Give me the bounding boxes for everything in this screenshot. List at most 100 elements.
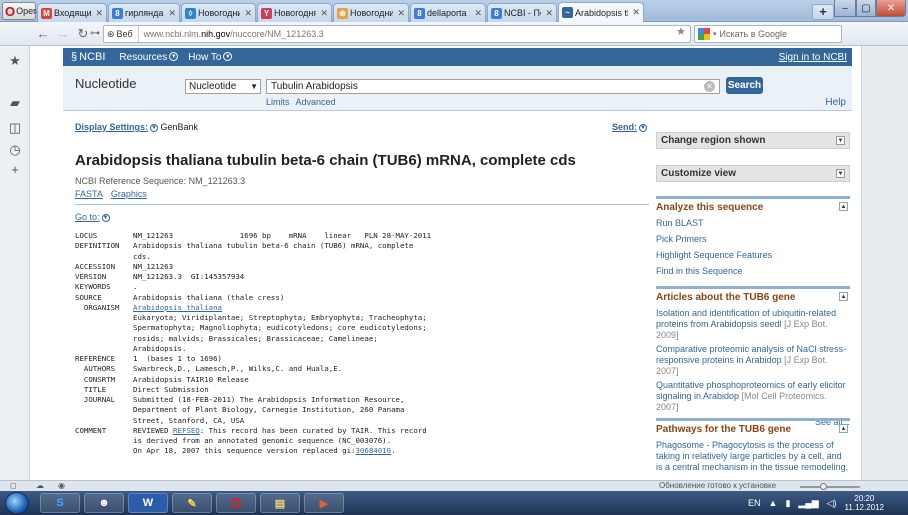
analyze-link[interactable]: Pick Primers xyxy=(656,234,850,245)
close-tab-icon[interactable]: ✕ xyxy=(632,7,640,18)
resources-menu[interactable]: Resources ▼ xyxy=(119,52,179,63)
folder-icon[interactable]: ▤ xyxy=(260,493,300,513)
genbank-line: CONSRTM Arabidopsis TAIR10 Release xyxy=(75,375,431,385)
genbank-link[interactable]: REFSEQ xyxy=(173,426,200,436)
history-clock-icon[interactable]: ◷ xyxy=(8,143,22,157)
word-icon[interactable]: W xyxy=(128,493,168,513)
analyze-title: Analyze this sequence xyxy=(656,202,764,213)
graphics-link[interactable]: Graphics xyxy=(111,189,147,199)
genbank-line: LOCUS NM_121263 1696 bp mRNA linear PLN 2… xyxy=(75,231,431,241)
add-panel-icon[interactable]: + xyxy=(8,163,22,177)
web-badge[interactable]: ⊛ Веб xyxy=(104,26,139,42)
network-icon[interactable]: ▮ xyxy=(785,498,790,509)
paint-icon[interactable]: ✎ xyxy=(172,493,212,513)
opera-menu-button[interactable]: O Opera xyxy=(2,2,41,20)
browser-tab[interactable]: ◊Новогодние под... ✕ xyxy=(181,3,256,22)
organism-link[interactable]: Arabidopsis thaliana xyxy=(133,303,222,313)
close-tab-icon[interactable]: ✕ xyxy=(95,8,103,19)
browser-tab[interactable]: MВходящие - kovt...✕ xyxy=(37,3,107,22)
chevron-down-icon[interactable]: ▼ xyxy=(150,123,159,132)
close-tab-icon[interactable]: ✕ xyxy=(168,8,176,19)
tab-favicon-icon: Y xyxy=(261,7,272,19)
clock[interactable]: 20:20 11.12.2012 xyxy=(845,494,884,512)
tab-title: Входящие - kovt... xyxy=(54,8,92,18)
agent-icon[interactable]: ☻ xyxy=(84,493,124,513)
genbank-line: KEYWORDS. xyxy=(75,282,431,292)
close-tab-icon[interactable]: ✕ xyxy=(545,8,553,19)
opera-taskbar-icon[interactable]: O xyxy=(216,493,256,513)
speed-dial-icon[interactable]: ◉ xyxy=(58,481,65,490)
collapse-icon[interactable]: ▲ xyxy=(839,292,848,301)
start-button[interactable] xyxy=(5,492,29,514)
bookmark-star-icon[interactable]: ★ xyxy=(676,25,686,38)
bookmarks-star-icon[interactable]: ★ xyxy=(8,54,22,68)
help-link[interactable]: Help xyxy=(825,97,846,108)
media-icon[interactable]: ▶ xyxy=(304,493,344,513)
clear-icon[interactable]: ✕ xyxy=(704,81,715,92)
close-tab-icon[interactable]: ✕ xyxy=(397,8,405,19)
database-select[interactable]: Nucleotide ▼ xyxy=(185,79,261,94)
tab-title: NCBI - Поиск в ... xyxy=(504,8,541,18)
limits-link[interactable]: Limits xyxy=(266,97,290,107)
browser-tab[interactable]: 8dellaporta 1983 -... ✕ xyxy=(410,3,486,22)
browser-tab[interactable]: 8NCBI - Поиск в ... ✕ xyxy=(487,3,557,22)
close-tab-icon[interactable]: ✕ xyxy=(320,8,328,19)
send-link[interactable]: Send: ▼ xyxy=(612,122,648,132)
zoom-slider-handle[interactable] xyxy=(820,483,827,490)
signal-icon[interactable]: ▂▄▆ xyxy=(798,498,818,509)
genbank-value: cds. xyxy=(133,251,151,261)
close-tab-icon[interactable]: ✕ xyxy=(474,8,482,19)
google-logo-icon xyxy=(698,28,710,40)
genbank-key: TITLE xyxy=(75,384,107,394)
browser-tab[interactable]: YНовогодняя гир... ✕ xyxy=(257,3,332,22)
genbank-key: ACCESSION xyxy=(75,261,116,271)
new-tab-button[interactable]: + xyxy=(812,4,834,20)
analyze-link[interactable]: Run BLAST xyxy=(656,218,850,229)
cloud-icon[interactable]: ☁ xyxy=(36,481,44,490)
collapse-icon[interactable]: ▲ xyxy=(839,424,848,433)
genbank-link[interactable]: 30684010 xyxy=(355,446,391,456)
fasta-link[interactable]: FASTA xyxy=(75,189,103,199)
change-region-panel[interactable]: Change region shown ▼ xyxy=(656,132,850,149)
genbank-line: REFERENCE 1 (bases 1 to 1696) xyxy=(75,354,431,364)
back-icon[interactable]: ← xyxy=(36,26,50,42)
zoom-slider[interactable] xyxy=(800,486,860,488)
pathway-link[interactable]: Phagosome - Phagocytosis is the process … xyxy=(656,440,850,473)
forward-icon[interactable]: → xyxy=(56,26,70,42)
goto-link[interactable]: Go to: ▼ xyxy=(75,212,110,222)
display-settings-link[interactable]: Display Settings: xyxy=(75,122,148,132)
search-input[interactable]: Tubulin Arabidopsis ✕ xyxy=(266,79,720,94)
browser-tab[interactable]: ❀Новогодние укр... ✕ xyxy=(333,3,409,22)
close-tab-icon[interactable]: ✕ xyxy=(244,8,252,19)
language-indicator[interactable]: EN xyxy=(748,498,761,508)
article-link[interactable]: Isolation and identification of ubiquiti… xyxy=(656,308,850,341)
panel-toggle-icon[interactable]: ◻ xyxy=(10,481,17,490)
analyze-link[interactable]: Highlight Sequence Features xyxy=(656,250,850,261)
tray-expand-icon[interactable]: ▲ xyxy=(769,498,778,508)
howto-menu[interactable]: How To ▼ xyxy=(188,52,233,63)
google-search-field[interactable]: ▾ Искать в Google xyxy=(694,25,842,43)
notes-icon[interactable]: ▰ xyxy=(8,96,22,110)
browser-tab[interactable]: ~Arabidopsis thali... ✕ xyxy=(558,2,644,22)
close-window-button[interactable]: ✕ xyxy=(876,0,906,17)
skype-icon[interactable]: S xyxy=(40,493,80,513)
address-field[interactable]: ⊛ Веб www.ncbi.nlm.nih.gov/nuccore/NM_12… xyxy=(103,25,691,43)
collapse-icon[interactable]: ▲ xyxy=(839,202,848,211)
article-link[interactable]: Comparative proteomic analysis of NaCl s… xyxy=(656,344,850,377)
ncbi-logo[interactable]: § NCBI xyxy=(71,51,105,63)
minimize-button[interactable]: – xyxy=(834,0,856,17)
chevron-down-icon: ▼ xyxy=(836,136,845,145)
search-button[interactable]: Search xyxy=(726,77,763,94)
article-link[interactable]: Quantitative phosphoproteomics of early … xyxy=(656,380,850,413)
maximize-button[interactable]: ▢ xyxy=(856,0,876,17)
browser-tab-bar: O Opera MВходящие - kovt...✕8гирлянда из… xyxy=(0,0,908,22)
advanced-link[interactable]: Advanced xyxy=(296,97,336,107)
customize-view-panel[interactable]: Customize view ▼ xyxy=(656,165,850,182)
analyze-link[interactable]: Find in this Sequence xyxy=(656,266,850,277)
browser-tab[interactable]: 8гирлянда из бу... ✕ xyxy=(108,3,180,22)
sign-in-link[interactable]: Sign in to NCBI xyxy=(779,52,847,63)
key-icon[interactable]: ⊶ xyxy=(88,26,102,42)
panels-icon[interactable]: ◫ xyxy=(8,121,22,135)
volume-icon[interactable]: ◁) xyxy=(827,498,837,509)
update-status[interactable]: Обновление готово к установке xyxy=(659,481,776,490)
